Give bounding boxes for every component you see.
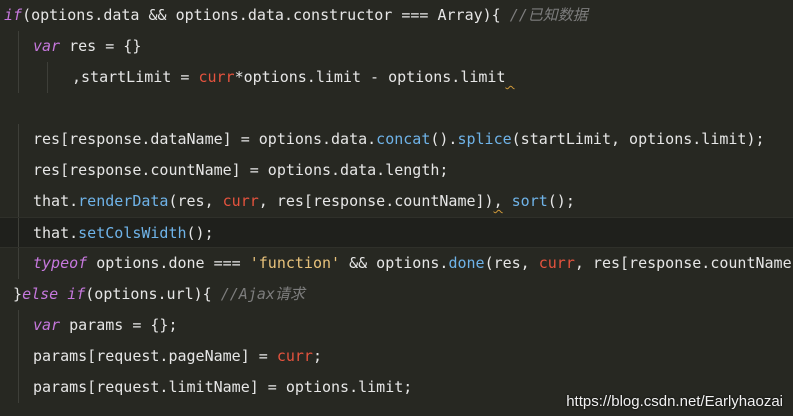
code-token-kw: typeof	[33, 254, 88, 272]
code-text: typeof options.done === 'function' && op…	[33, 248, 793, 279]
code-token-plain: , res[response.countName])	[258, 192, 494, 210]
code-token-comment: //已知数据	[509, 6, 588, 24]
code-token-plain: res = {}	[60, 37, 142, 55]
code-line[interactable]: var params = {};	[0, 310, 793, 341]
code-text: res[response.dataName] = options.data.co…	[33, 124, 765, 155]
code-token-plain: (res,	[168, 192, 223, 210]
code-token-plain: (res,	[484, 254, 539, 272]
code-text: params[request.limitName] = options.limi…	[33, 372, 412, 403]
indent-guide	[18, 310, 19, 341]
code-token-var: curr	[198, 68, 235, 86]
code-line[interactable]: res[response.dataName] = options.data.co…	[0, 124, 793, 155]
indent-guide	[18, 372, 19, 403]
indent-guide	[18, 218, 19, 247]
indent-guide	[18, 155, 19, 186]
indent-guide	[47, 62, 48, 93]
code-line[interactable]: ,startLimit = curr*options.limit - optio…	[0, 62, 793, 93]
watermark-url: https://blog.csdn.net/Earlyhaozai	[566, 393, 783, 410]
code-token-comment: //Ajax请求	[220, 285, 305, 303]
code-token-plain: , res[response.countName]);	[574, 254, 793, 272]
code-line[interactable]: params[request.pageName] = curr;	[0, 341, 793, 372]
code-line[interactable]: }else if(options.url){ //Ajax请求	[0, 279, 793, 310]
code-token-fn: done	[448, 254, 485, 272]
code-line[interactable]: typeof options.done === 'function' && op…	[0, 248, 793, 279]
code-token-plain: that.	[33, 192, 79, 210]
code-token-plain: ();	[186, 224, 214, 242]
code-text: var res = {}	[33, 31, 141, 62]
code-token-plain: ().	[430, 130, 458, 148]
code-token-plain: (options.data && options.data.constructo…	[22, 6, 510, 24]
code-line[interactable]: var res = {}	[0, 31, 793, 62]
code-token-plain: ();	[547, 192, 575, 210]
code-token-var: curr	[222, 192, 259, 210]
code-token-plain: (options.url){	[85, 285, 221, 303]
code-line[interactable]: res[response.countName] = options.data.l…	[0, 155, 793, 186]
code-text: that.setColsWidth();	[33, 218, 214, 247]
code-token-plain: params[request.pageName] =	[33, 347, 277, 365]
code-token-plain: params[request.limitName] = options.limi…	[33, 378, 413, 396]
code-token-fn: sort	[511, 192, 548, 210]
code-token-plain: params = {};	[60, 316, 178, 334]
code-line[interactable]: that.setColsWidth();	[0, 217, 793, 248]
code-text: that.renderData(res, curr, res[response.…	[33, 186, 575, 217]
code-text: }else if(options.url){ //Ajax请求	[4, 279, 305, 310]
code-token-var: curr	[276, 347, 313, 365]
code-token-var: curr	[538, 254, 575, 272]
code-token-str: 'function'	[249, 254, 341, 272]
code-token-plain: ,startLimit =	[72, 68, 199, 86]
code-token-fn: setColsWidth	[78, 224, 187, 242]
indent-guide	[18, 341, 19, 372]
code-token-squiggle	[506, 68, 515, 86]
code-token-plain: *options.limit - options.limit	[234, 68, 506, 86]
code-line[interactable]	[0, 93, 793, 124]
code-token-fn: concat	[376, 130, 431, 148]
code-text: ,startLimit = curr*options.limit - optio…	[72, 62, 515, 93]
code-token-kw: var	[33, 316, 61, 334]
code-token-plain: res[response.dataName] = options.data.	[33, 130, 377, 148]
code-token-plain: }	[13, 285, 23, 303]
code-token-plain: (startLimit, options.limit);	[511, 130, 765, 148]
code-token-plain: that.	[33, 224, 79, 242]
code-token-squiggle: ,	[493, 192, 503, 210]
indent-guide	[18, 124, 19, 155]
code-token-plain: ;	[312, 347, 322, 365]
code-token-fn: splice	[457, 130, 512, 148]
code-line[interactable]: that.renderData(res, curr, res[response.…	[0, 186, 793, 217]
code-token-kw: else if	[22, 285, 86, 303]
indent-guide	[18, 248, 19, 279]
indent-guide	[18, 62, 19, 93]
code-token-fn: renderData	[78, 192, 169, 210]
code-token-plain: res[response.countName] = options.data.l…	[33, 161, 449, 179]
code-token-kw: var	[33, 37, 61, 55]
indent-guide	[18, 31, 19, 62]
code-text: if(options.data && options.data.construc…	[4, 0, 588, 31]
code-text: var params = {};	[33, 310, 178, 341]
code-token-plain: && options.	[340, 254, 449, 272]
code-line[interactable]: if(options.data && options.data.construc…	[0, 0, 793, 31]
code-token-kw: if	[4, 6, 23, 24]
indent-guide	[18, 186, 19, 217]
code-token-plain: options.done ===	[87, 254, 250, 272]
code-editor[interactable]: params[request.limitName] = options.limi…	[0, 0, 793, 416]
code-text: res[response.countName] = options.data.l…	[33, 155, 448, 186]
code-text: params[request.pageName] = curr;	[33, 341, 322, 372]
